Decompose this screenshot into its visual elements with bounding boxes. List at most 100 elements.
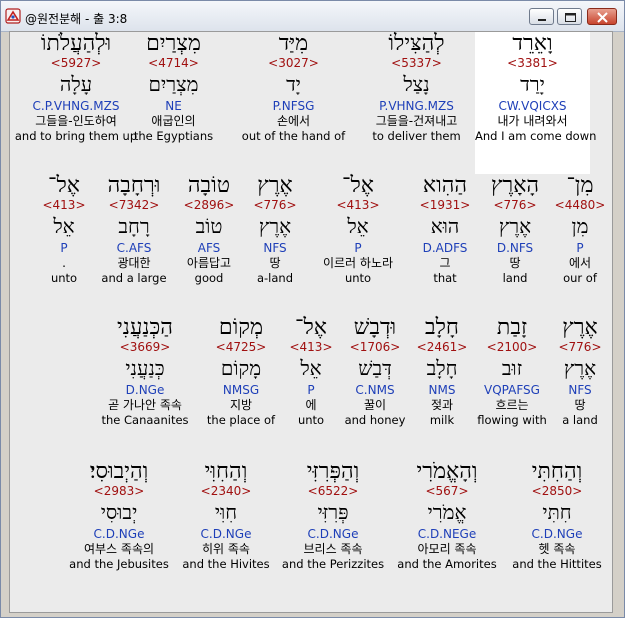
word-cell[interactable]: וְהַפְּרִזִּי <6522> פְּרִזִּי C.D.NGe 브… [274, 459, 392, 572]
strong-number[interactable]: <2896> [174, 198, 244, 212]
word-cell[interactable]: וְהַחִתִּי <2850> חִתִּי C.D.NGe 헷 족속 an… [502, 459, 612, 572]
lexical-form: אֵל [347, 214, 369, 238]
hebrew-word: וְהַחִתִּי [531, 459, 583, 484]
word-cell[interactable]: אֶל־ <413> אֵל P 이르러 하노라 unto [306, 174, 410, 286]
korean-gloss: 손에서 [276, 114, 311, 128]
title-bar[interactable]: @원전분해 - 출 3:8 [1, 1, 624, 32]
lexical-form: חִוִּי [214, 500, 238, 524]
word-cell[interactable]: מְקוֹם <4725> מָקוֹם NMSG 지방 the place o… [200, 315, 282, 428]
strong-number[interactable]: <3027> [236, 56, 351, 70]
english-gloss: flowing with [477, 413, 547, 427]
korean-gloss: 그들을-건져내고 [375, 114, 458, 128]
strong-number[interactable]: <7342> [94, 198, 174, 212]
word-cell[interactable]: וָאֵרֵד <3381> יָרַד CW.VQICXS 내가 내려와서 A… [475, 32, 596, 174]
english-gloss: the place of [206, 413, 276, 427]
word-cell[interactable]: זָבַת <2100> זוּב VQPAFSG 흐르는 flowing wi… [476, 315, 548, 428]
korean-gloss: 그들을-인도하여 [35, 114, 117, 128]
maximize-button[interactable] [557, 8, 582, 25]
word-cell[interactable]: וְהַחִוִּי <2340> חִוִּי C.D.NGe 히위 족속 a… [178, 460, 274, 572]
strong-number[interactable]: <413> [282, 340, 340, 354]
strong-number[interactable]: <2461> [410, 340, 474, 354]
parsing-code: P [307, 383, 315, 397]
parsing-code: D.NGe [125, 383, 165, 397]
strong-number[interactable]: <567> [392, 484, 502, 498]
lexical-form: מִן [571, 214, 589, 238]
parsing-code: C.D.NGe [93, 527, 145, 541]
korean-gloss: 흐르는 [495, 398, 529, 412]
parsing-code: P.NFSG [272, 99, 315, 113]
word-cell[interactable]: הַהִוא <1931> הוּא D.ADFS 그 that [410, 174, 480, 286]
strong-number[interactable]: <413> [306, 198, 410, 212]
strong-number[interactable]: <4725> [200, 340, 282, 354]
word-cell[interactable]: וּרְחָבָה <7342> רָחָב C.AFS 광대한 and a l… [94, 173, 174, 286]
strong-number[interactable]: <5337> [359, 56, 474, 70]
hebrew-word: הָאָרֶץ [490, 173, 540, 198]
parsing-code: NFS [263, 241, 287, 255]
hebrew-word: וְהַיְבוּסִי׃ [89, 459, 149, 484]
parsing-code: CW.VQICXS [498, 99, 567, 113]
word-cell[interactable]: מִן־ <4480> מִן P 에서 our of [548, 174, 612, 286]
strong-number[interactable]: <6522> [274, 484, 392, 498]
parsing-code: P [60, 241, 68, 255]
lexical-form: טוֹב [195, 214, 223, 238]
hebrew-word: זָבַת [496, 315, 528, 340]
korean-gloss: 그 [439, 256, 451, 270]
strong-number[interactable]: <4480> [548, 198, 612, 212]
lexical-form: אֵל [53, 214, 75, 238]
strong-number[interactable]: <2340> [178, 484, 274, 498]
word-cell[interactable]: אֶרֶץ <776> אֶרֶץ NFS 땅 a-land [242, 174, 308, 286]
hebrew-word: מְקוֹם [218, 315, 264, 340]
strong-number[interactable]: <413> [34, 198, 94, 212]
strong-number[interactable]: <2850> [502, 484, 612, 498]
word-cell[interactable]: וּלְהַעֲלֹתוֹ <5927> עָלָה C.P.VHNG.MZS … [10, 32, 144, 143]
close-button[interactable] [587, 8, 617, 25]
word-cell[interactable]: אֶרֶץ <776> אֶרֶץ NFS 땅 a land [548, 316, 612, 428]
minimize-button[interactable] [529, 8, 554, 25]
strong-number[interactable]: <776> [242, 198, 308, 212]
korean-gloss: . [62, 256, 66, 270]
word-cell[interactable]: חָלָב <2461> חָלָב NMS 젖과 milk [410, 316, 474, 428]
lexical-form: אֶרֶץ [258, 214, 292, 238]
strong-number[interactable]: <776> [480, 198, 550, 212]
hebrew-word: וְהָאֱמֹרִי [416, 459, 478, 484]
hebrew-word: וּרְחָבָה [107, 173, 161, 198]
maximize-icon [565, 13, 576, 22]
english-gloss: out of the hand of [241, 129, 346, 143]
english-gloss: and the Jebusites [69, 557, 169, 571]
word-cell[interactable]: לְהַצִּילוֹ <5337> נָצַל P.VHNG.MZS 그들을-… [359, 32, 474, 143]
korean-gloss: 아름답고 [186, 256, 232, 270]
strong-number[interactable]: <1931> [410, 198, 480, 212]
word-cell[interactable]: אֶל־ <413> אֵל P . unto [34, 174, 94, 286]
word-cell[interactable]: וְהַיְבוּסִי׃ <2983> יְבוּסִי C.D.NGe 여부… [60, 459, 178, 572]
word-cell[interactable]: אֶל־ <413> אֵל P 에 unto [282, 315, 340, 428]
lexical-form: זוּב [501, 356, 523, 380]
korean-gloss: 지방 [229, 398, 253, 412]
hebrew-word: וְהַפְּרִזִּי [306, 459, 360, 484]
strong-number[interactable]: <3381> [475, 56, 590, 70]
english-gloss: the Canaanites [101, 413, 189, 427]
lexical-form: חִתִּי [542, 500, 572, 524]
word-cell[interactable]: טוֹבָה <2896> טוֹב AFS 아름답고 good [174, 174, 244, 286]
window-title: @원전분해 - 출 3:8 [25, 12, 128, 26]
strong-number[interactable]: <2983> [60, 484, 178, 498]
word-cell[interactable]: וְהָאֱמֹרִי <567> אֱמֹרִי C.D.NEGe 아모리 족… [392, 459, 502, 572]
strong-number[interactable]: <776> [548, 340, 612, 354]
hebrew-word: אֶל־ [295, 315, 327, 340]
strong-number[interactable]: <5927> [10, 56, 144, 70]
strong-number[interactable]: <3669> [90, 340, 200, 354]
korean-gloss: 에 [305, 398, 317, 412]
word-cell[interactable]: וּדְבָשׁ <1706> דְּבַשׁ C.NMS 꿀이 and hon… [340, 315, 410, 428]
lexical-form: יְבוּסִי [100, 500, 138, 524]
strong-number[interactable]: <2100> [476, 340, 548, 354]
word-cell[interactable]: מִיַּד <3027> יָד P.NFSG 손에서 out of the … [236, 32, 351, 143]
english-gloss: and honey [344, 413, 406, 427]
english-gloss: and the Hittites [512, 557, 602, 571]
app-window: @원전분해 - 출 3:8 וָאֵרֵד <3381> יָרַד CW.VQ… [0, 0, 625, 618]
lexical-form: חָלָב [426, 356, 458, 380]
hebrew-word: וּדְבָשׁ [353, 315, 397, 340]
word-cell[interactable]: הָאָרֶץ <776> אֶרֶץ D.NFS 땅 land [480, 173, 550, 286]
english-gloss: and a large [101, 271, 167, 285]
word-cell[interactable]: הַכְּנַעֲנִי <3669> כְּנַעֲנִי D.NGe 곧 가… [90, 316, 200, 428]
strong-number[interactable]: <1706> [340, 340, 410, 354]
korean-gloss: 땅 [574, 398, 586, 412]
